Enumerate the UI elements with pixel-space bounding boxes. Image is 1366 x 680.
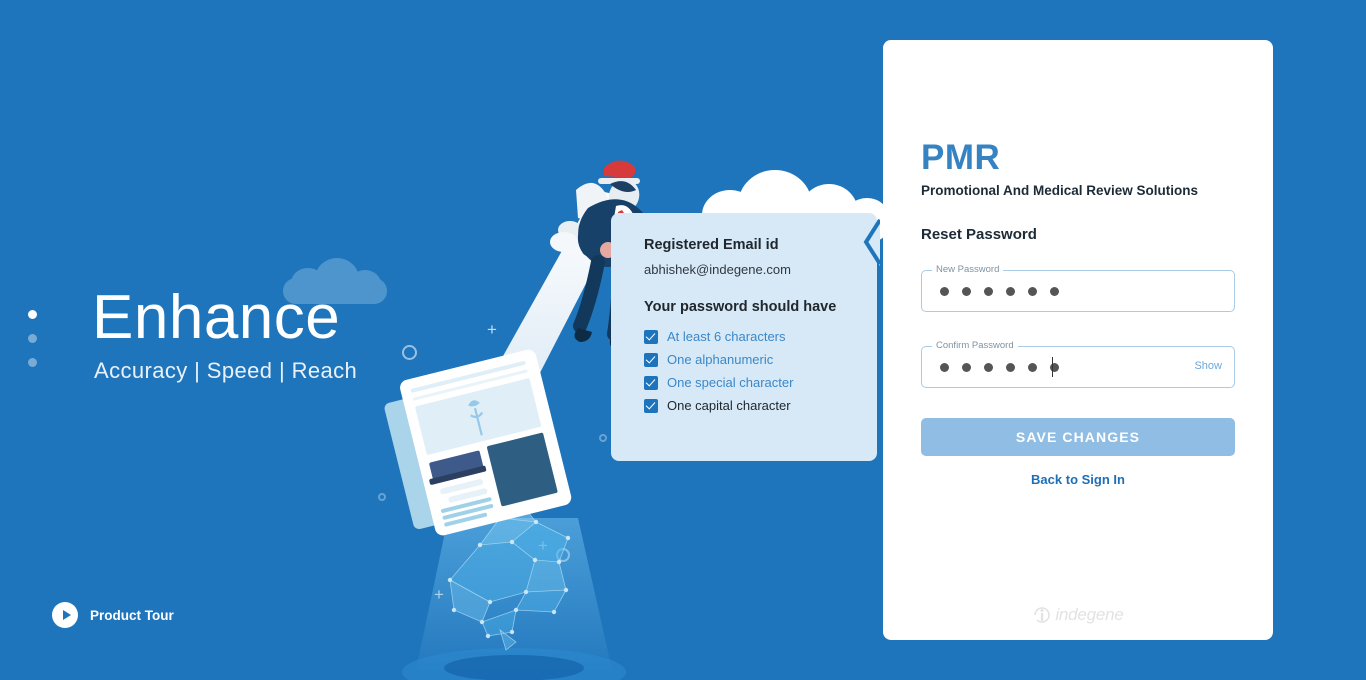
indegene-logo: indegene: [883, 605, 1273, 625]
indegene-mark-icon: [1034, 607, 1051, 623]
password-rule-row: One alphanumeric: [644, 352, 855, 367]
product-tour-label: Product Tour: [90, 607, 174, 623]
back-to-sign-in-link[interactable]: Back to Sign In: [883, 472, 1273, 487]
password-rules-heading: Your password should have: [644, 299, 837, 315]
promo-carousel-dots[interactable]: [28, 310, 40, 382]
brand-block: PMR Promotional And Medical Review Solut…: [921, 138, 1198, 198]
brand-title: PMR: [921, 138, 1001, 177]
new-password-masked-value: [940, 271, 1059, 311]
carousel-dot-1[interactable]: [28, 310, 37, 319]
carousel-dot-3[interactable]: [28, 358, 37, 367]
password-rule-label: One special character: [667, 375, 794, 390]
hint-panel-pointer-icon: [863, 218, 880, 266]
confirm-password-masked-value: [940, 347, 1059, 387]
password-rule-label: One capital character: [667, 398, 791, 413]
password-rule-label: One alphanumeric: [667, 352, 774, 367]
registered-email-heading: Registered Email id: [644, 237, 779, 253]
new-password-field[interactable]: New Password: [921, 264, 1235, 312]
confirm-password-field[interactable]: Confirm Password Show: [921, 340, 1235, 388]
promo-headline: Enhance: [92, 283, 341, 352]
form-heading: Reset Password: [921, 226, 1037, 243]
reset-password-card: PMR Promotional And Medical Review Solut…: [883, 40, 1273, 640]
checkbox-checked-icon: [644, 329, 658, 344]
checkbox-checked-icon: [644, 398, 658, 413]
password-rule-row: One capital character: [644, 398, 855, 413]
save-changes-button[interactable]: SAVE CHANGES: [921, 418, 1235, 456]
reset-password-page: Enhance Accuracy | Speed | Reach Product…: [0, 0, 1366, 680]
play-icon: [52, 602, 78, 628]
checkbox-checked-icon: [644, 375, 658, 390]
brand-subtitle: Promotional And Medical Review Solutions: [921, 183, 1199, 198]
password-rule-row: One special character: [644, 375, 855, 390]
password-rule-label: At least 6 characters: [667, 329, 786, 344]
text-cursor: [1052, 357, 1053, 377]
show-password-toggle[interactable]: Show: [1194, 360, 1222, 372]
password-rule-row: At least 6 characters: [644, 329, 855, 344]
checkbox-checked-icon: [644, 352, 658, 367]
carousel-dot-2[interactable]: [28, 334, 37, 343]
registered-email-value: abhishek@indegene.com: [644, 262, 791, 277]
promo-subheadline: Accuracy | Speed | Reach: [94, 358, 358, 383]
product-tour-button[interactable]: Product Tour: [52, 602, 174, 628]
password-hint-panel: Registered Email id abhishek@indegene.co…: [611, 213, 877, 461]
indegene-logo-text: indegene: [1055, 605, 1124, 624]
document-illustration: [384, 349, 572, 536]
